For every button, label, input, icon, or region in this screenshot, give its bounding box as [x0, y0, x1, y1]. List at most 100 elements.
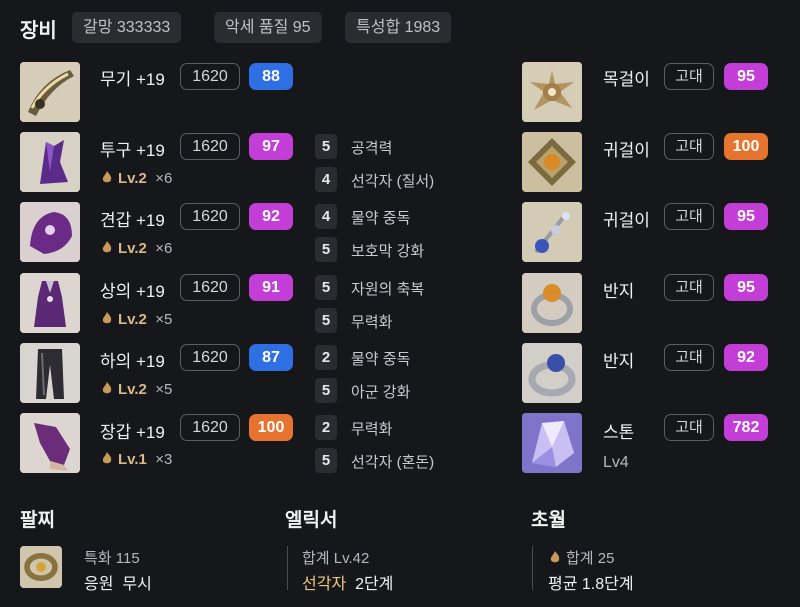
- engraving-name: 보호막 강화: [351, 243, 425, 260]
- flame-icon: [550, 551, 560, 563]
- weapon-icon[interactable]: [20, 62, 80, 122]
- transcend-average: 평균 1.8단계: [548, 576, 634, 593]
- chip-desire: 갈망 333333: [72, 12, 182, 43]
- shoulder-icon[interactable]: [20, 202, 80, 262]
- item-level: 1620: [180, 203, 240, 230]
- equip-name: 견갑 +19: [100, 211, 165, 230]
- section-title-bracelet: 팔찌: [20, 510, 55, 531]
- accessory-tier: 고대: [664, 203, 714, 230]
- transcend-level: Lv.2: [118, 311, 147, 328]
- earring-icon[interactable]: [522, 132, 582, 192]
- quality-badge: 92: [724, 344, 768, 371]
- earring-icon[interactable]: [522, 202, 582, 262]
- pants-icon[interactable]: [20, 343, 80, 403]
- accessory-name: 목걸이: [603, 70, 650, 89]
- accessory-tier: 고대: [664, 63, 714, 90]
- transcend-total-value: 합계 25: [566, 550, 615, 567]
- transcend-level: Lv.1: [118, 451, 147, 468]
- engraving-name: 무력화: [351, 421, 393, 438]
- quality-badge: 95: [724, 274, 768, 301]
- equip-name: 무기 +19: [100, 70, 165, 89]
- accessory-name: 귀걸이: [603, 141, 650, 160]
- engraving-level: 5: [315, 237, 337, 262]
- chest-icon[interactable]: [20, 273, 80, 333]
- engraving-name: 무력화: [351, 314, 393, 331]
- quality-badge: 95: [724, 63, 768, 90]
- elixir-effect-stage: 2단계: [355, 576, 394, 593]
- transcend-info: Lv.2 ×5: [100, 381, 172, 398]
- quality-badge: 100: [724, 133, 768, 160]
- quality-badge: 100: [249, 414, 293, 441]
- accessory-tier: 고대: [664, 133, 714, 160]
- bracelet-effect: 무시: [122, 576, 152, 593]
- flame-icon: [102, 452, 112, 464]
- accessory-tier: 고대: [664, 414, 714, 441]
- engraving-level: 5: [315, 134, 337, 159]
- engraving-level: 5: [315, 448, 337, 473]
- accessory-name: 반지: [603, 352, 635, 371]
- bracelet-stat: 특화 115: [84, 550, 140, 567]
- transcend-count: ×3: [155, 451, 173, 468]
- quality-badge: 92: [249, 203, 293, 230]
- engraving-name: 선각자 (혼돈): [351, 454, 435, 471]
- equip-name: 투구 +19: [100, 141, 165, 160]
- helmet-icon[interactable]: [20, 132, 80, 192]
- item-level: 1620: [180, 414, 240, 441]
- quality-badge: 88: [249, 63, 293, 90]
- section-title-transcend: 초월: [531, 510, 566, 531]
- transcend-count: ×5: [155, 381, 173, 398]
- transcend-level: Lv.2: [118, 381, 147, 398]
- equip-name: 상의 +19: [100, 282, 165, 301]
- transcend-total: 합계 25: [548, 547, 614, 568]
- engraving-level: 5: [315, 308, 337, 333]
- bracelet-effect: 응원: [84, 576, 114, 593]
- accessory-name: 반지: [603, 282, 635, 301]
- engraving-name: 선각자 (질서): [351, 173, 435, 190]
- section-title-elixir: 엘릭서: [285, 510, 338, 531]
- necklace-icon[interactable]: [522, 62, 582, 122]
- stone-icon[interactable]: [522, 413, 582, 473]
- transcend-count: ×6: [155, 170, 173, 187]
- quality-badge: 91: [249, 274, 293, 301]
- elixir-total: 합계 Lv.42: [302, 550, 370, 567]
- engraving-level: 2: [315, 345, 337, 370]
- item-level: 1620: [180, 63, 240, 90]
- transcend-info: Lv.1 ×3: [100, 451, 172, 468]
- equip-name: 하의 +19: [100, 352, 165, 371]
- chip-stat-total: 특성합 1983: [345, 12, 452, 43]
- equip-name: 장갑 +19: [100, 423, 165, 442]
- divider: [532, 546, 533, 590]
- item-level: 1620: [180, 344, 240, 371]
- item-level: 1620: [180, 274, 240, 301]
- transcend-info: Lv.2 ×5: [100, 311, 172, 328]
- transcend-info: Lv.2 ×6: [100, 240, 172, 257]
- engraving-level: 4: [315, 167, 337, 192]
- flame-icon: [102, 171, 112, 183]
- transcend-level: Lv.2: [118, 240, 147, 257]
- accessory-name: 귀걸이: [603, 211, 650, 230]
- divider: [287, 546, 288, 590]
- transcend-count: ×6: [155, 240, 173, 257]
- bracelet-effects: 응원 무시: [84, 570, 152, 594]
- quality-badge: 87: [249, 344, 293, 371]
- gloves-icon[interactable]: [20, 413, 80, 473]
- engraving-level: 5: [315, 275, 337, 300]
- transcend-info: Lv.2 ×6: [100, 170, 172, 187]
- quality-badge: 95: [724, 203, 768, 230]
- transcend-level: Lv.2: [118, 170, 147, 187]
- item-level: 1620: [180, 133, 240, 160]
- section-title-equipment: 장비: [20, 20, 57, 42]
- accessory-tier: 고대: [664, 344, 714, 371]
- ring-icon[interactable]: [522, 343, 582, 403]
- elixir-effect: 선각자 2단계: [302, 570, 393, 594]
- engraving-name: 물약 중독: [351, 351, 411, 368]
- stone-level: Lv4: [603, 454, 629, 471]
- engraving-level: 4: [315, 204, 337, 229]
- flame-icon: [102, 241, 112, 253]
- ring-icon[interactable]: [522, 273, 582, 333]
- engraving-name: 자원의 축복: [351, 281, 425, 298]
- engraving-level: 2: [315, 415, 337, 440]
- flame-icon: [102, 312, 112, 324]
- engraving-name: 공격력: [351, 140, 393, 157]
- bracelet-icon[interactable]: [20, 546, 62, 588]
